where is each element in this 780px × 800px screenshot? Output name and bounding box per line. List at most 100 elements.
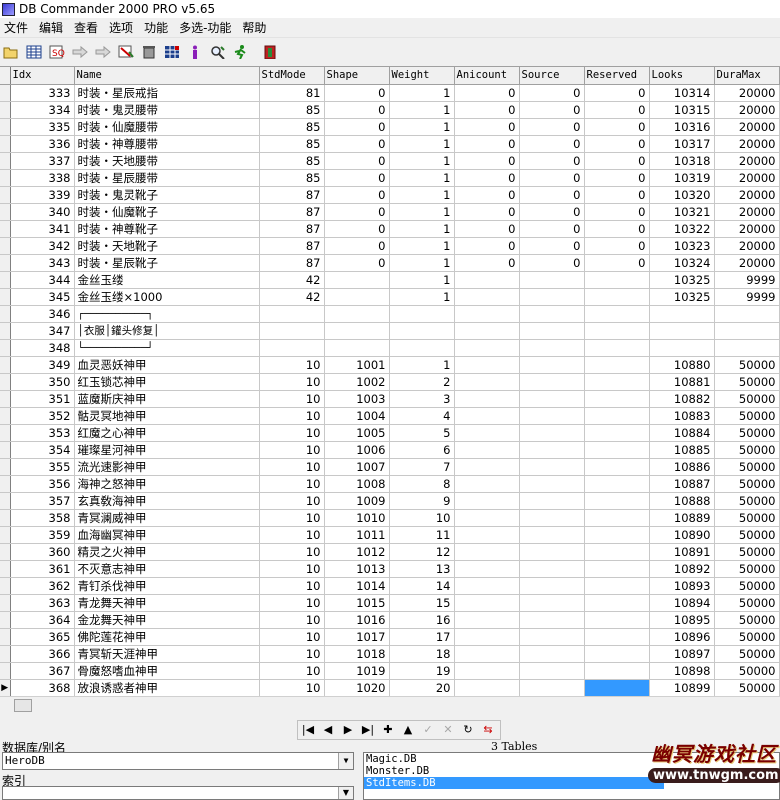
table-cell-idx[interactable]: 355 bbox=[10, 458, 75, 476]
table-row[interactable]: 334 时装・鬼灵腰带 85 0 1 0 0 0 10315 20000 bbox=[0, 101, 780, 119]
table-cell-idx[interactable]: 342 bbox=[10, 237, 75, 255]
table-cell-reserved[interactable] bbox=[584, 305, 650, 323]
table-cell-looks[interactable]: 10880 bbox=[649, 356, 715, 374]
row-indicator[interactable] bbox=[0, 475, 11, 493]
table-cell-weight[interactable]: 18 bbox=[389, 645, 455, 663]
table-cell-weight[interactable]: 1 bbox=[389, 254, 455, 272]
table-cell-anicount[interactable] bbox=[454, 271, 520, 289]
table-cell-shape[interactable]: 1007 bbox=[324, 458, 390, 476]
table-cell-source[interactable] bbox=[519, 577, 585, 595]
table-cell-looks[interactable]: 10886 bbox=[649, 458, 715, 476]
table-cell-stdmode[interactable]: 85 bbox=[259, 118, 325, 136]
table-cell-anicount[interactable] bbox=[454, 288, 520, 306]
table-cell-stdmode[interactable]: 85 bbox=[259, 135, 325, 153]
table-cell-idx[interactable]: 354 bbox=[10, 441, 75, 459]
table-cell-weight[interactable]: 16 bbox=[389, 611, 455, 629]
table-cell-source[interactable]: 0 bbox=[519, 186, 585, 204]
table-cell-shape[interactable]: 1003 bbox=[324, 390, 390, 408]
table-cell-anicount[interactable] bbox=[454, 577, 520, 595]
table-row[interactable]: 347 │衣服│鑵头修复│ bbox=[0, 322, 780, 340]
column-header[interactable]: Looks bbox=[649, 67, 715, 85]
table-cell-anicount[interactable] bbox=[454, 645, 520, 663]
table-cell-duramax[interactable]: 50000 bbox=[714, 560, 780, 578]
table-cell-duramax[interactable]: 50000 bbox=[714, 407, 780, 425]
table-cell-looks[interactable]: 10322 bbox=[649, 220, 715, 238]
table-cell-name[interactable]: ┌──────────┐ bbox=[74, 305, 260, 323]
menu-options[interactable]: 选项 bbox=[105, 18, 140, 38]
table-cell-stdmode[interactable]: 81 bbox=[259, 84, 325, 102]
table-cell-duramax[interactable]: 50000 bbox=[714, 628, 780, 646]
table-cell-weight[interactable] bbox=[389, 322, 455, 340]
row-indicator[interactable] bbox=[0, 526, 11, 544]
table-cell-reserved[interactable] bbox=[584, 373, 650, 391]
table-cell-source[interactable] bbox=[519, 594, 585, 612]
table-cell-looks[interactable]: 10314 bbox=[649, 84, 715, 102]
row-indicator[interactable] bbox=[0, 169, 11, 187]
table-cell-looks[interactable]: 10897 bbox=[649, 645, 715, 663]
table-cell-reserved[interactable] bbox=[584, 645, 650, 663]
table-cell-weight[interactable]: 1 bbox=[389, 152, 455, 170]
table-cell-looks[interactable]: 10899 bbox=[649, 679, 715, 696]
refresh-icon[interactable]: ↻ bbox=[458, 721, 478, 739]
table-cell-looks[interactable]: 10882 bbox=[649, 390, 715, 408]
table-cell-name[interactable]: 精灵之火神甲 bbox=[74, 543, 260, 561]
table-cell-reserved[interactable] bbox=[584, 526, 650, 544]
table-cell-idx[interactable]: 353 bbox=[10, 424, 75, 442]
table-row[interactable]: 357 玄真敎海神甲 10 1009 9 10888 50000 bbox=[0, 492, 780, 510]
table-cell-weight[interactable]: 1 bbox=[389, 186, 455, 204]
table-cell-source[interactable] bbox=[519, 441, 585, 459]
table-cell-weight[interactable]: 13 bbox=[389, 560, 455, 578]
table-cell-duramax[interactable]: 20000 bbox=[714, 101, 780, 119]
table-row[interactable]: 359 血海幽冥神甲 10 1011 11 10890 50000 bbox=[0, 526, 780, 544]
table-cell-shape[interactable]: 0 bbox=[324, 237, 390, 255]
table-row[interactable]: 352 骷灵冥地神甲 10 1004 4 10883 50000 bbox=[0, 407, 780, 425]
table-cell-duramax[interactable]: 50000 bbox=[714, 373, 780, 391]
table-cell-duramax[interactable]: 50000 bbox=[714, 594, 780, 612]
table-cell-name[interactable]: 时装・神尊腰带 bbox=[74, 135, 260, 153]
table-row[interactable]: 354 璀璨星河神甲 10 1006 6 10885 50000 bbox=[0, 441, 780, 459]
table-cell-stdmode[interactable]: 10 bbox=[259, 458, 325, 476]
table-cell-source[interactable]: 0 bbox=[519, 118, 585, 136]
table-cell-anicount[interactable] bbox=[454, 356, 520, 374]
table-cell-anicount[interactable] bbox=[454, 441, 520, 459]
table-cell-idx[interactable]: 368 bbox=[10, 679, 75, 696]
table-list-item-selected[interactable]: StdItems.DB bbox=[364, 777, 664, 789]
table-cell-weight[interactable]: 7 bbox=[389, 458, 455, 476]
table-row[interactable]: 337 时装・天地腰带 85 0 1 0 0 0 10318 20000 bbox=[0, 152, 780, 170]
table-cell-duramax[interactable]: 50000 bbox=[714, 458, 780, 476]
table-cell-stdmode[interactable]: 10 bbox=[259, 509, 325, 527]
table-cell-source[interactable] bbox=[519, 407, 585, 425]
table-cell-idx[interactable]: 351 bbox=[10, 390, 75, 408]
table-cell-anicount[interactable]: 0 bbox=[454, 152, 520, 170]
table-cell-weight[interactable]: 3 bbox=[389, 390, 455, 408]
table-cell-weight[interactable]: 1 bbox=[389, 135, 455, 153]
table-cell-weight[interactable]: 1 bbox=[389, 203, 455, 221]
table-cell-shape[interactable]: 1012 bbox=[324, 543, 390, 561]
table-cell-anicount[interactable] bbox=[454, 509, 520, 527]
table-cell-stdmode[interactable]: 10 bbox=[259, 475, 325, 493]
row-indicator[interactable] bbox=[0, 662, 11, 680]
table-row[interactable]: 345 金丝玉缕×1000 42 1 10325 9999 bbox=[0, 288, 780, 306]
table-cell-duramax[interactable]: 20000 bbox=[714, 186, 780, 204]
table-cell-looks[interactable]: 10891 bbox=[649, 543, 715, 561]
table-cell-stdmode[interactable]: 10 bbox=[259, 679, 325, 696]
table-cell-idx[interactable]: 347 bbox=[10, 322, 75, 340]
column-header[interactable]: StdMode bbox=[259, 67, 325, 85]
table-cell-stdmode[interactable]: 10 bbox=[259, 441, 325, 459]
table-cell-reserved[interactable]: 0 bbox=[584, 84, 650, 102]
table-cell-anicount[interactable]: 0 bbox=[454, 254, 520, 272]
table-cell-duramax[interactable]: 50000 bbox=[714, 662, 780, 680]
table-cell-name[interactable]: 红魔之心神甲 bbox=[74, 424, 260, 442]
table-cell-weight[interactable]: 5 bbox=[389, 424, 455, 442]
table-list-item[interactable]: Magic.DB bbox=[364, 753, 664, 765]
row-indicator[interactable] bbox=[0, 356, 11, 374]
table-cell-looks[interactable]: 10889 bbox=[649, 509, 715, 527]
table-cell-idx[interactable]: 364 bbox=[10, 611, 75, 629]
table-cell-looks[interactable]: 10323 bbox=[649, 237, 715, 255]
table-cell-duramax[interactable]: 50000 bbox=[714, 679, 780, 696]
table-row[interactable]: 339 时装・鬼灵靴子 87 0 1 0 0 0 10320 20000 bbox=[0, 186, 780, 204]
table-cell-looks[interactable]: 10325 bbox=[649, 271, 715, 289]
chevron-down-icon[interactable]: ▼ bbox=[338, 753, 353, 769]
table-cell-name[interactable]: 红玉锁芯神甲 bbox=[74, 373, 260, 391]
table-cell-idx[interactable]: 343 bbox=[10, 254, 75, 272]
